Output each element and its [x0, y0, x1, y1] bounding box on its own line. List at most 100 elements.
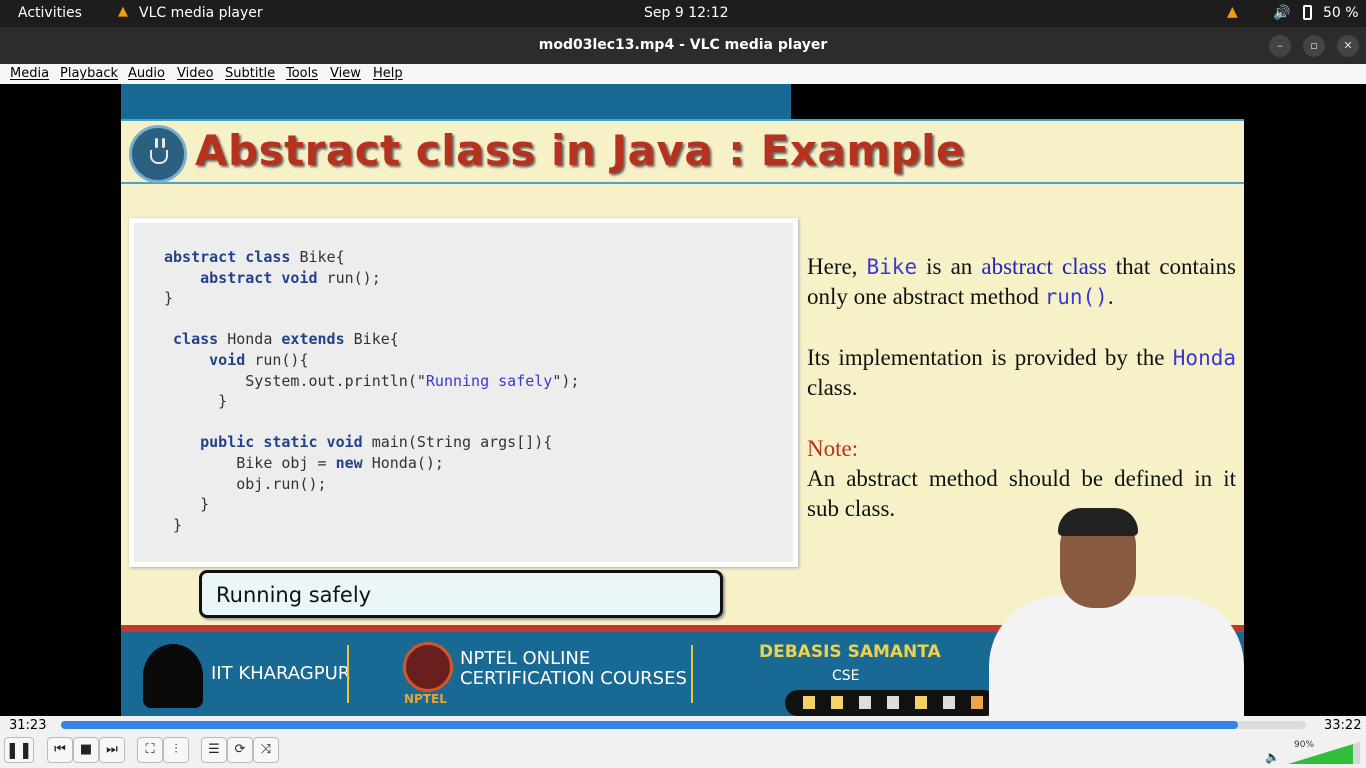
system-top-bar: Activities ▲ VLC media player Sep 9 12:1…	[0, 0, 1366, 27]
code-token: abstract void	[164, 268, 327, 287]
menu-video[interactable]: Video	[177, 66, 213, 81]
explanation-text: Here, Bike is an abstract class that con…	[807, 252, 1236, 524]
menu-media[interactable]: Media	[10, 66, 49, 81]
code-line: obj.run();	[164, 474, 327, 493]
window-titlebar: mod03lec13.mp4 - VLC media player – ▫ ✕	[0, 27, 1366, 64]
menu-tools[interactable]: Tools	[286, 66, 318, 81]
code-token: main(String args[]){	[371, 433, 553, 452]
code-token: new	[335, 454, 372, 472]
code-token: System.out.println("	[164, 371, 426, 390]
menu-audio[interactable]: Audio	[128, 66, 165, 81]
speaker-icon[interactable]: 🔈	[1265, 750, 1280, 764]
code-token: Bike obj =	[164, 454, 336, 472]
video-area[interactable]: Abstract class in Java : Example abstrac…	[0, 84, 1366, 716]
lecture-slide: Abstract class in Java : Example abstrac…	[121, 84, 1244, 716]
battery-icon[interactable]	[1303, 5, 1312, 20]
tool-icon	[887, 696, 899, 709]
tool-icon	[831, 696, 843, 709]
fullscreen-icon[interactable]: ⛶	[137, 737, 163, 763]
menu-subtitle[interactable]: Subtitle	[225, 66, 275, 81]
slide-title: Abstract class in Java : Example	[195, 126, 966, 175]
code-line: }	[164, 495, 209, 513]
code-token: }	[164, 515, 183, 534]
presenter-name: DEBASIS SAMANTA	[759, 642, 941, 662]
pause-icon[interactable]: ❚❚	[4, 737, 34, 763]
code-token: public static void	[164, 433, 372, 452]
vlc-cone-icon: ▲	[118, 4, 128, 19]
seek-slider[interactable]	[61, 721, 1306, 729]
volume-percent: 90%	[1294, 740, 1315, 750]
battery-percent[interactable]: 50 %	[1323, 5, 1359, 21]
menu-playback[interactable]: Playback	[60, 66, 118, 81]
next-icon[interactable]: ⏭	[99, 737, 125, 763]
program-output: Running safely	[199, 570, 723, 618]
code-token: Honda();	[371, 454, 444, 472]
note-label: Note:	[807, 436, 859, 461]
code-token: run(){	[254, 351, 309, 369]
code-term: run()	[1044, 285, 1108, 309]
code-line: }	[164, 289, 173, 307]
app-name[interactable]: VLC media player	[139, 5, 263, 21]
playlist-icon[interactable]: ☰	[201, 737, 227, 763]
text: is an	[917, 254, 982, 279]
stop-icon[interactable]: ■	[73, 737, 99, 763]
code-line: void run(){	[164, 351, 309, 369]
presenter-dept: CSE	[832, 668, 860, 684]
code-token: }	[164, 289, 174, 308]
window-title: mod03lec13.mp4 - VLC media player	[538, 37, 828, 53]
nptel-logo-icon	[403, 642, 453, 692]
code-term: Bike	[866, 255, 918, 279]
volume-slider[interactable]: 90%	[1288, 740, 1360, 764]
minimize-icon[interactable]: –	[1269, 35, 1291, 57]
volume-icon[interactable]: 🔊	[1273, 5, 1290, 21]
code-line: class Honda extends Bike{	[164, 330, 399, 348]
text: Here,	[807, 254, 867, 279]
code-token: obj.run();	[164, 474, 327, 493]
code-line: Bike obj = new Honda();	[164, 454, 444, 472]
slide-top-band	[121, 84, 791, 119]
code-token: ");	[552, 371, 580, 390]
code-line: abstract class Bike{	[164, 248, 345, 266]
activities-button[interactable]: Activities	[18, 5, 82, 21]
code-line: }	[164, 392, 227, 410]
iit-kharagpur-logo-icon	[143, 644, 203, 708]
explanation-para-1: Here, Bike is an abstract class that con…	[807, 252, 1236, 312]
divider	[691, 645, 693, 703]
code-line: System.out.println("Running safely");	[164, 372, 579, 390]
institute-name: IIT KHARAGPUR	[211, 663, 351, 684]
code-term: Honda	[1172, 346, 1236, 370]
nptel-title: NPTEL ONLINE CERTIFICATION COURSES	[460, 649, 687, 689]
maximize-icon[interactable]: ▫	[1303, 35, 1325, 57]
code-line: }	[164, 516, 182, 534]
playback-controls: 31:23 33:22 ❚❚ ⏮ ■ ⏭ ⛶ ⫶ ☰ ⟳ ⤨ 🔈 90%	[0, 716, 1366, 768]
annotation-toolbar	[785, 690, 997, 716]
menu-view[interactable]: View	[330, 66, 361, 81]
menu-help[interactable]: Help	[373, 66, 403, 81]
code-line: abstract void run();	[164, 269, 381, 287]
clock[interactable]: Sep 9 12:12	[644, 5, 729, 21]
code-token: }	[164, 495, 210, 514]
tool-icon	[803, 696, 815, 709]
previous-icon[interactable]: ⏮	[47, 737, 73, 763]
code-token: abstract class	[164, 248, 300, 266]
code-token: run();	[326, 268, 381, 287]
code-token: Running safely	[425, 371, 553, 390]
tool-icon	[915, 696, 927, 709]
code-token: }	[164, 392, 228, 411]
code-token: class	[164, 330, 228, 349]
seek-progress	[61, 721, 1238, 729]
output-text: Running safely	[216, 583, 372, 607]
tool-icon	[943, 696, 955, 709]
code-block: abstract class Bike{ abstract void run()…	[129, 218, 798, 567]
loop-icon[interactable]: ⟳	[227, 737, 253, 763]
code-token: void	[164, 351, 255, 369]
slide-title-band: Abstract class in Java : Example	[121, 119, 1244, 184]
close-icon[interactable]: ✕	[1337, 35, 1359, 57]
text: Its implementation is provided by the	[807, 345, 1173, 370]
presenter-hair	[1058, 508, 1138, 536]
shuffle-icon[interactable]: ⤨	[253, 737, 279, 763]
vlc-tray-icon[interactable]: ▲	[1227, 4, 1238, 20]
extended-settings-icon[interactable]: ⫶	[163, 737, 189, 763]
presenter-shirt	[989, 596, 1244, 716]
nptel-logo-text: NPTEL	[404, 692, 447, 706]
